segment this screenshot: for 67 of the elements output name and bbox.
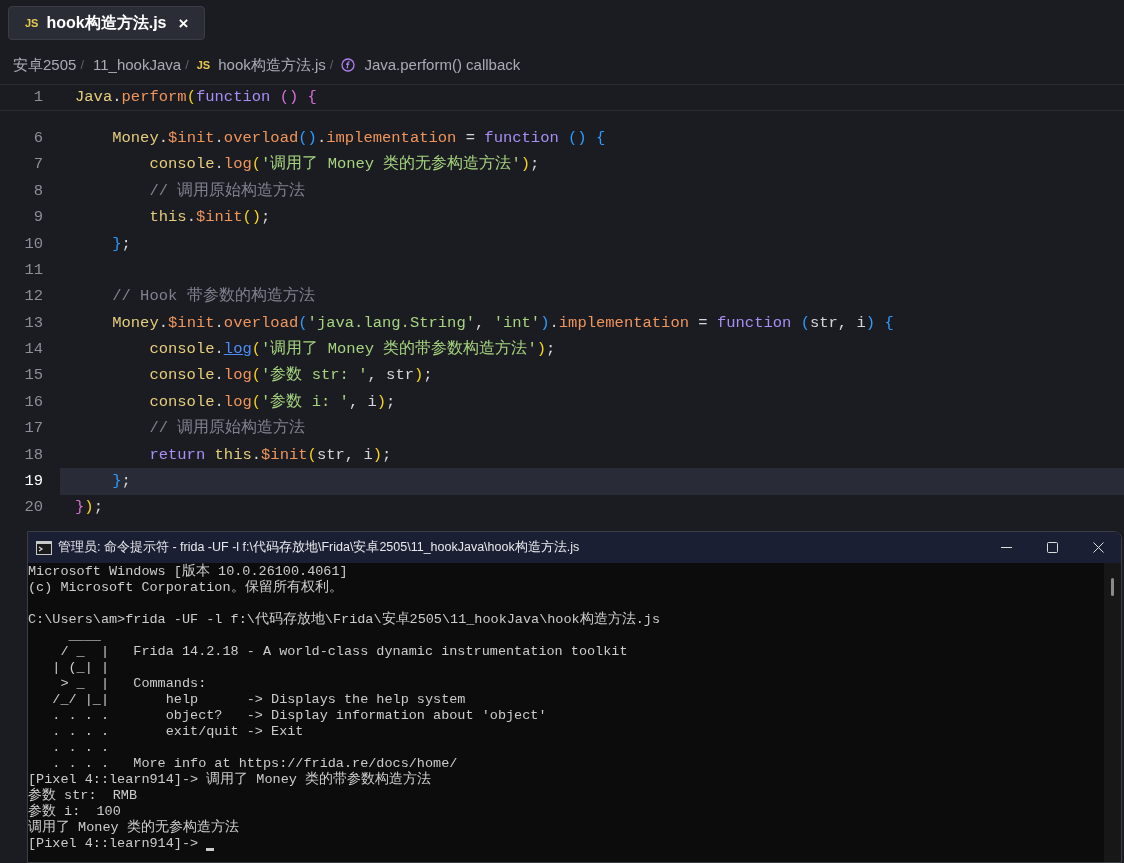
terminal-line: 参数 i: 100 xyxy=(28,804,121,820)
line-number: 13 xyxy=(23,312,44,334)
close-icon xyxy=(1092,542,1104,553)
function-icon xyxy=(341,58,356,72)
terminal-line: Microsoft Windows [版本 10.0.26100.4061] xyxy=(28,564,348,579)
line-number: 11 xyxy=(23,259,44,281)
terminal-line: [Pixel 4::learn914]-> xyxy=(28,836,200,852)
line-number: 7 xyxy=(32,154,44,176)
line-number: 12 xyxy=(23,286,44,308)
code-line: // 调用原始构造方法 xyxy=(148,417,306,440)
scrollbar-thumb[interactable] xyxy=(1111,578,1114,596)
terminal-line: ____ xyxy=(67,628,101,644)
line-number: 19 xyxy=(23,471,44,493)
terminal-line: . . . . exit/quit -> Exit xyxy=(51,724,304,740)
js-file-icon: JS xyxy=(25,14,39,32)
code-line: // Hook 带参数的构造方法 xyxy=(111,285,315,308)
terminal-line: /_/ |_| help -> Displays the help system xyxy=(51,692,466,708)
line-number: 17 xyxy=(23,418,44,440)
terminal-line: . . . . More info at https://frida.re/docs/home/ xyxy=(51,756,458,771)
minimize-icon xyxy=(1000,546,1012,549)
line-number: 10 xyxy=(23,233,44,255)
window-title: 管理员: 命令提示符 - frida -UF -l f:\代码存放地\Frida\安卓2505\11_hookJava\hook构造方法.js xyxy=(58,539,580,557)
breadcrumb-separator: / xyxy=(185,56,189,75)
breadcrumb-separator: / xyxy=(80,56,84,75)
line-number: 20 xyxy=(23,497,44,519)
code-line: Java.perform(function () { xyxy=(75,86,317,108)
breadcrumb-item[interactable]: hook构造方法.js xyxy=(218,53,326,77)
code-line: console.log('参数 str: ', str); xyxy=(148,365,433,387)
line-number: 9 xyxy=(32,207,44,229)
code-line: this.$init(); xyxy=(148,207,271,229)
terminal-line: > _ | Commands: xyxy=(59,676,207,692)
code-line: }; xyxy=(111,233,131,255)
line-number: 1 xyxy=(32,86,44,108)
terminal-line: 调用了 Money 类的无参构造方法 xyxy=(28,820,239,836)
terminal-line: . . . . object? -> Display information about 'object' xyxy=(51,708,547,724)
line-number: 6 xyxy=(32,127,44,149)
terminal-line: . . . . xyxy=(51,740,109,756)
breadcrumb-item[interactable]: 安卓2505 xyxy=(13,53,77,77)
breadcrumb-item[interactable]: Java.perform() callback xyxy=(364,53,521,77)
terminal-line: (c) Microsoft Corporation。保留所有权利。 xyxy=(28,580,343,596)
terminal-line: | (_| | xyxy=(51,660,109,676)
js-file-icon: JS xyxy=(196,56,211,74)
scrollbar[interactable] xyxy=(1104,563,1121,862)
code-line: // 调用原始构造方法 xyxy=(148,180,306,202)
code-line: }; xyxy=(111,471,131,493)
editor-tab[interactable]: JS hook构造方法.js × xyxy=(8,6,206,40)
code-line: console.log('参数 i: ', i); xyxy=(148,391,396,413)
code-line: console.log('调用了 Money 类的无参构造方法'); xyxy=(148,153,540,176)
line-number: 8 xyxy=(32,180,44,202)
breadcrumb-item[interactable]: 11_hookJava xyxy=(93,53,182,77)
terminal-line: / _ | Frida 14.2.18 - A world-class dynamic instrumentation toolkit xyxy=(59,644,628,660)
line-number: 15 xyxy=(23,365,44,387)
terminal-line: C:\Users\am>frida -UF -l f:\代码存放地\Frida\安卓2505\11_hookJava\hook构造方法.js xyxy=(28,612,660,628)
terminal-icon xyxy=(36,540,52,555)
code-line: Money.$init.overload().implementation = function () { xyxy=(111,127,606,149)
code-line: console.log('调用了 Money 类的带参数构造方法'); xyxy=(148,338,556,361)
terminal-line: [Pixel 4::learn914]-> 调用了 Money 类的带参数构造方法 xyxy=(28,772,431,787)
line-number: 14 xyxy=(23,339,44,361)
terminal-line: 参数 str: RMB xyxy=(28,788,137,803)
code-line: Money.$init.overload('java.lang.String', 'int').implementation = function (str, i) { xyxy=(111,312,894,334)
line-number: 16 xyxy=(23,391,44,413)
code-line: return this.$init(str, i); xyxy=(148,444,392,466)
maximize-icon xyxy=(1046,542,1058,553)
line-number: 18 xyxy=(23,444,44,466)
close-tab-button[interactable]: × xyxy=(178,14,189,32)
breadcrumb-separator: / xyxy=(329,56,334,75)
code-line: }); xyxy=(75,497,103,519)
